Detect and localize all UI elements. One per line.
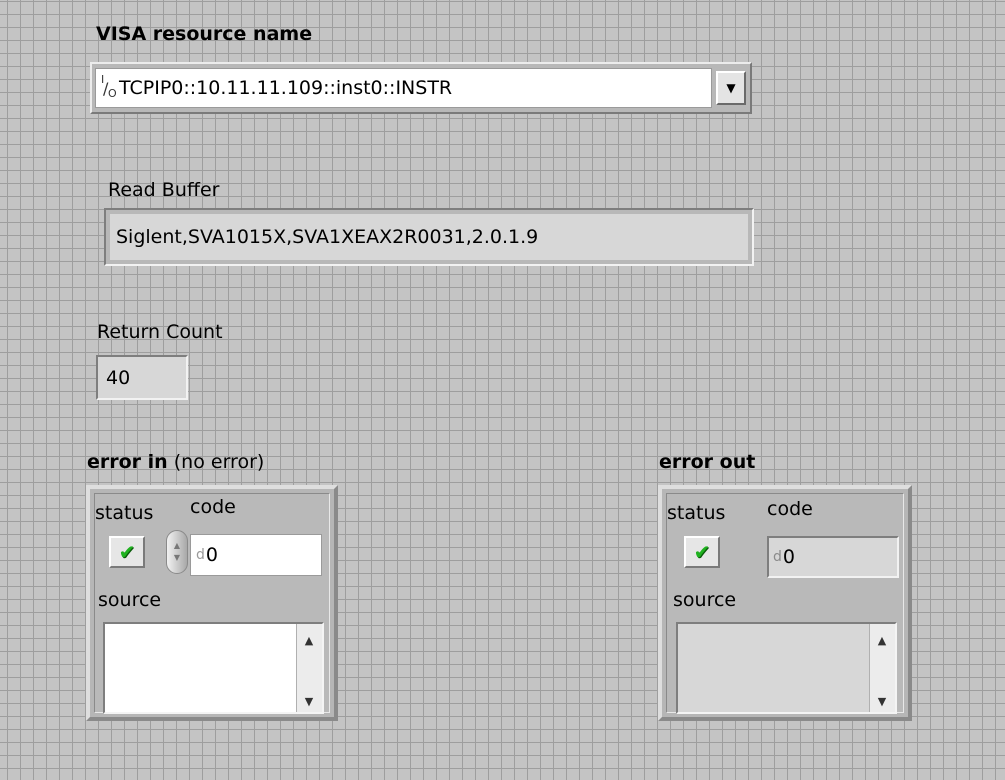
error-in-status-button[interactable]: ✔ [109,536,145,568]
error-in-source-scrollbar[interactable]: ▲ ▼ [296,624,322,712]
error-out-source-indicator: ▲ ▼ [676,622,897,714]
read-buffer-label: Read Buffer [108,179,220,201]
radix-indicator[interactable]: d [196,547,205,563]
error-in-code-value[interactable]: 0 [206,544,218,566]
error-in-label: error in (no error) [87,450,264,474]
error-out-code-label: code [767,498,813,520]
error-in-source-field[interactable]: ▲ ▼ [103,622,324,714]
error-out-source-label: source [673,589,737,611]
return-count-label: Return Count [97,321,223,343]
error-out-status-indicator: ✔ [684,536,720,568]
visa-resource-value[interactable]: TCPIP0::10.11.11.109::inst0::INSTR [119,77,452,99]
error-in-source-label: source [98,589,162,611]
error-in-code-field[interactable]: d 0 [190,534,322,576]
visa-resource-label: VISA resource name [96,23,313,45]
error-out-label: error out [659,451,756,473]
visa-io-icon: I / O [101,73,117,100]
error-in-title: error in [87,451,168,473]
read-buffer-indicator: Siglent,SVA1015X,SVA1XEAX2R0031,2.0.1.9 [110,214,748,260]
scroll-up-icon[interactable]: ▲ [870,634,894,647]
scroll-down-icon[interactable]: ▼ [870,695,894,708]
visa-dropdown-button[interactable]: ▼ [716,71,746,105]
spinner-up-icon[interactable]: ▲ [174,540,180,552]
scroll-up-icon[interactable]: ▲ [297,634,321,647]
checkmark-icon: ✔ [693,540,711,564]
error-in-status-label: status [95,502,154,524]
radix-indicator: d [773,549,782,565]
checkmark-icon: ✔ [118,540,136,564]
error-in-code-label: code [190,496,236,518]
return-count-indicator: 40 [96,355,188,400]
spinner-down-icon[interactable]: ▼ [174,552,180,564]
scroll-down-icon[interactable]: ▼ [297,695,321,708]
error-out-source-scrollbar[interactable]: ▲ ▼ [869,624,895,712]
error-in-code-spinner[interactable]: ▲ ▼ [166,530,188,574]
error-out-status-label: status [667,502,726,524]
error-out-code-value: 0 [782,546,795,568]
error-out-code-indicator: d 0 [767,536,899,578]
chevron-down-icon: ▼ [726,81,736,95]
error-in-default: (no error) [173,451,265,473]
visa-resource-combo[interactable]: I / O TCPIP0::10.11.11.109::inst0::INSTR [95,68,712,108]
